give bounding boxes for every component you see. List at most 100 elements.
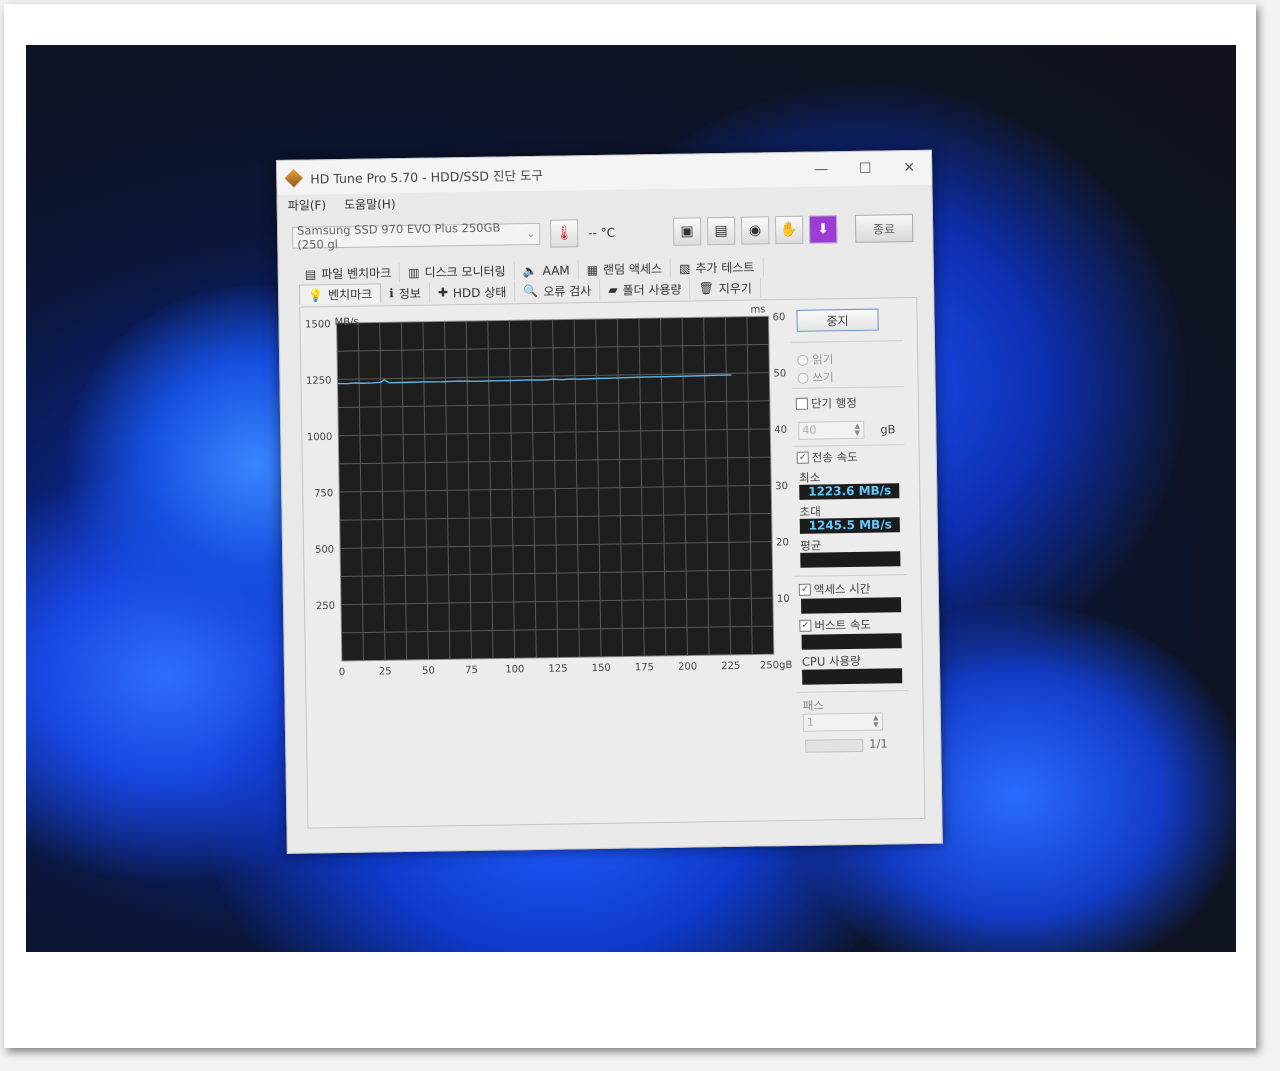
tab-folder[interactable]: ▰ 폴더 사용량 xyxy=(600,278,691,300)
tab-label: 폴더 사용량 xyxy=(622,282,682,298)
x-tick: 175 xyxy=(635,662,654,673)
tab-file-benchmark[interactable]: ▤ 파일 벤치마크 xyxy=(296,263,401,284)
y-tick-right: 10 xyxy=(777,594,790,605)
read-radio[interactable]: 읽기 xyxy=(797,351,833,368)
tab-speaker[interactable]: 🔈 AAM xyxy=(514,260,579,281)
passes-input[interactable]: 1 ▲ ▼ xyxy=(802,712,884,732)
exit-button[interactable]: 종료 xyxy=(854,214,914,243)
write-radio[interactable]: 쓰기 xyxy=(797,369,834,386)
menu-file[interactable]: 파일(F) xyxy=(288,196,327,214)
lightbulb-icon: 💡 xyxy=(308,287,324,303)
spinner-arrows-icon[interactable]: ▲ ▼ xyxy=(852,422,862,437)
tab-label: 추가 테스트 xyxy=(695,260,755,276)
divider xyxy=(790,340,903,343)
copy-icon: ▣ xyxy=(680,223,694,240)
tab-info[interactable]: ℹ 정보 xyxy=(381,282,431,304)
y-tick-left: 250 xyxy=(316,601,335,612)
copy-all-button[interactable]: ▤ xyxy=(706,216,736,246)
file-benchmark-icon: ▤ xyxy=(304,266,317,282)
x-tick: 200 xyxy=(678,661,697,672)
x-tick: 25 xyxy=(379,666,392,677)
avg-value xyxy=(800,551,901,568)
tab-label: 디스크 모니터링 xyxy=(424,264,506,280)
spinner-arrows-icon[interactable]: ▲ ▼ xyxy=(871,714,881,729)
random-access-icon: ▦ xyxy=(586,262,599,277)
y-tick-right: 20 xyxy=(776,537,789,548)
y-tick-left: 750 xyxy=(314,488,333,499)
checkmark-icon: ✓ xyxy=(799,619,812,632)
screenshot-button[interactable]: ◉ xyxy=(740,216,770,245)
access-time-label: 액세스 시간 xyxy=(813,581,871,597)
y-tick-left: 1000 xyxy=(307,432,333,443)
x-tick: 75 xyxy=(465,665,478,676)
burst-rate-value xyxy=(801,633,902,650)
hdtune-window: HD Tune Pro 5.70 - HDD/SSD 진단 도구 — ☐ ✕ 파… xyxy=(276,149,943,854)
benchmark-panel: MB/s ms 1500 1250 1000 750 500 250 60 50 40 30 20 10 0… xyxy=(299,296,926,829)
folder-icon: ▰ xyxy=(608,282,618,297)
stop-button[interactable]: 중지 xyxy=(796,308,879,332)
tab-label: 오류 검사 xyxy=(543,283,592,299)
divider xyxy=(794,574,907,577)
thermometer-icon: 🌡 xyxy=(549,219,579,248)
tab-label: 파일 벤치마크 xyxy=(321,266,392,282)
copy-info-button[interactable]: ▣ xyxy=(672,217,702,246)
disk-monitor-icon: ▥ xyxy=(408,265,420,280)
x-tick: 0 xyxy=(339,667,346,678)
copy-all-icon: ▤ xyxy=(714,222,728,240)
access-time-checkbox[interactable]: ✓ 액세스 시간 xyxy=(798,581,871,598)
transfer-rate-checkbox[interactable]: ✓ 전송 속도 xyxy=(796,449,858,466)
minimize-button[interactable]: — xyxy=(799,161,843,178)
tab-trash[interactable]: 🗑 지우기 xyxy=(690,277,762,299)
y-tick-right: 30 xyxy=(775,481,788,492)
menu-help[interactable]: 도움말(H) xyxy=(344,195,396,213)
pass-progress-bar xyxy=(805,738,864,753)
tab-lightbulb[interactable]: 💡 벤치마크 xyxy=(298,283,382,305)
burst-rate-label: 버스트 속도 xyxy=(814,617,872,633)
read-label: 읽기 xyxy=(812,352,834,367)
divider xyxy=(796,690,909,693)
x-tick: 150 xyxy=(592,663,611,674)
burst-rate-checkbox[interactable]: ✓ 버스트 속도 xyxy=(799,617,871,634)
passes-value: 1 xyxy=(806,715,814,729)
chevron-down-icon: ⌄ xyxy=(526,228,536,240)
save-button[interactable]: ⬇ xyxy=(808,215,838,244)
short-stroke-unit: gB xyxy=(880,422,896,437)
y-right-unit: ms xyxy=(750,304,765,315)
max-label: 초대 xyxy=(799,504,821,519)
tab-random-access[interactable]: ▦ 랜덤 액세스 xyxy=(578,258,672,280)
min-value: 1223.6 MB/s xyxy=(799,483,900,500)
tab-label: 벤치마크 xyxy=(327,287,373,303)
options-button[interactable]: ✋ xyxy=(774,215,804,245)
checkmark-icon: ✓ xyxy=(798,583,811,596)
tab-disk-monitor[interactable]: ▥ 디스크 모니터링 xyxy=(400,261,515,283)
short-stroke-value: 40 xyxy=(802,423,817,437)
drive-select[interactable]: Samsung SSD 970 EVO Plus 250GB (250 gl ⌄ xyxy=(292,220,541,252)
max-value: 1245.5 MB/s xyxy=(799,517,900,534)
radio-circle-icon xyxy=(797,354,809,366)
tab-health-cross[interactable]: ✚ HDD 상태 xyxy=(429,281,516,303)
camera-icon: ◉ xyxy=(748,222,762,239)
short-stroke-label: 단기 행정 xyxy=(810,395,857,411)
short-stroke-input[interactable]: 40 ▲ ▼ xyxy=(798,420,865,440)
y-tick-left: 1500 xyxy=(305,319,331,330)
tab-label: 랜덤 액세스 xyxy=(602,261,663,277)
radio-circle-icon xyxy=(797,372,809,384)
benchmark-options: 중지 읽기 쓰기 단기 행정 40 ▲ ▼ gB ✓ 전송 속도 최소 1223.6 … xyxy=(790,298,912,753)
x-tick: 250gB xyxy=(760,660,793,672)
tab-magnifier[interactable]: 🔍 오류 검사 xyxy=(515,279,601,302)
divider xyxy=(792,444,905,447)
short-stroke-checkbox[interactable]: 단기 행정 xyxy=(795,395,857,412)
x-tick: 125 xyxy=(548,663,567,674)
close-button[interactable]: ✕ xyxy=(887,160,931,177)
health-cross-icon: ✚ xyxy=(437,285,449,300)
divider xyxy=(791,386,904,389)
magnifier-icon: 🔍 xyxy=(523,283,539,299)
checkbox-box-icon xyxy=(795,397,808,410)
passes-label: 패스 xyxy=(802,698,824,713)
drive-select-value: Samsung SSD 970 EVO Plus 250GB (250 gl xyxy=(297,220,501,252)
maximize-button[interactable]: ☐ xyxy=(843,160,887,177)
speaker-icon: 🔈 xyxy=(522,263,538,278)
tab-extra-tests[interactable]: ▧ 추가 테스트 xyxy=(670,257,764,278)
tab-label: AAM xyxy=(542,262,570,278)
hand-icon: ✋ xyxy=(780,221,798,239)
